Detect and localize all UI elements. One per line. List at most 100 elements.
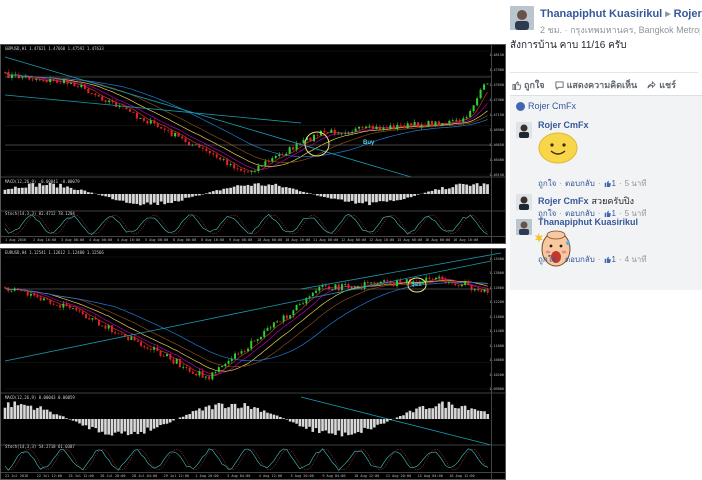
macd-histogram-bar [10, 407, 13, 419]
macd-histogram-bar [172, 419, 175, 421]
candle-body [424, 125, 427, 127]
macd-histogram-bar [399, 194, 403, 200]
macd-histogram-bar [107, 419, 110, 435]
comment-time[interactable]: 5 นาที [625, 177, 647, 190]
comment-footer: ถูกใจ · ตอบกลับ · 1 · 5 นาที [538, 177, 647, 190]
macd-histogram-bar [246, 184, 250, 194]
macd-histogram-bar [166, 194, 170, 203]
macd-histogram-bar [350, 194, 354, 201]
post-time[interactable]: 2 ชม. [540, 25, 562, 35]
macd-histogram-bar [83, 190, 87, 194]
macd-histogram-bar [308, 419, 311, 427]
comment-like-link[interactable]: ถูกใจ [538, 253, 556, 266]
commenter-avatar[interactable] [516, 194, 532, 210]
macd-histogram-bar [262, 410, 266, 419]
macd-histogram-bar [249, 408, 253, 419]
macd-histogram-bar [97, 194, 101, 195]
candle-body [156, 123, 159, 128]
bottom-chart-price-axis: 1.13400 1.13000 1.12600 1.12200 1.11800 1.114… [489, 249, 505, 479]
macd-histogram-bar [269, 413, 272, 419]
macd-histogram-bar [198, 408, 201, 419]
macd-histogram-bar [71, 419, 75, 421]
commenter-avatar[interactable] [516, 122, 532, 138]
comment-like-link[interactable]: ถูกใจ [538, 177, 556, 190]
moving-average-line [4, 71, 488, 163]
candle-body [281, 154, 284, 156]
candle-body [334, 284, 337, 289]
macd-histogram-bar [298, 419, 302, 427]
macd-histogram-bar [41, 185, 45, 194]
macd-histogram-bar [163, 194, 167, 205]
comment-like-count[interactable]: 1 [604, 255, 616, 264]
candle-body [83, 84, 86, 89]
comment-time[interactable]: 4 นาที [625, 253, 647, 266]
liked-by-name[interactable]: Rojer CmFx [528, 101, 576, 111]
candle-body [246, 171, 250, 173]
share-button[interactable]: แชร์ [647, 78, 676, 92]
macd-histogram-bar [272, 414, 276, 419]
candle-body [10, 290, 13, 292]
date-tick-label: 2 Aug 16:00 [33, 238, 57, 242]
macd-histogram-bar [230, 404, 234, 419]
macd-histogram-bar [143, 419, 146, 434]
macd-histogram-bar [191, 411, 195, 419]
candle-body [311, 292, 314, 297]
candle-body [289, 315, 292, 319]
price-tick-label: 1.47650 [489, 83, 504, 87]
comment-author[interactable]: Rojer CmFx [538, 120, 589, 130]
like-button[interactable]: ถูกใจ [512, 78, 545, 92]
macd-histogram-bar [386, 419, 389, 422]
candle-body [153, 347, 156, 350]
post-author-name[interactable]: Thanapiphut Kuasirikul [540, 8, 662, 20]
date-tick-label: 11 Aug 20:00 [385, 474, 412, 478]
candle-body [253, 340, 256, 342]
author-avatar[interactable] [510, 6, 534, 30]
commenter-avatar[interactable] [516, 219, 532, 235]
comment-reply-link[interactable]: ตอบกลับ [565, 177, 595, 190]
macd-histogram-bar [178, 417, 182, 419]
post-location[interactable]: กรุงเทพมหานคร, Bangkok Metropolis [570, 25, 700, 35]
price-tick-label: 1.10200 [489, 372, 504, 377]
macd-histogram-bar [450, 404, 454, 419]
macd-histogram-bar [421, 406, 425, 419]
candle-body [455, 119, 458, 121]
share-button-label: แชร์ [659, 80, 676, 90]
macd-histogram-bar [366, 419, 370, 429]
macd-histogram-bar [7, 189, 10, 194]
candle-body [214, 372, 217, 373]
comment-like-count[interactable]: 1 [604, 179, 616, 188]
candle-body [302, 303, 305, 305]
macd-histogram-bar [302, 191, 305, 194]
macd-histogram-bar [94, 419, 98, 429]
macd-histogram-bar [483, 411, 486, 419]
candle-body [166, 354, 168, 357]
price-tick-label: 1.47400 [489, 98, 504, 102]
macd-histogram-bar [441, 401, 444, 419]
macd-histogram-bar [256, 407, 260, 419]
candle-body [221, 366, 224, 368]
post-target-name[interactable]: Rojer CmFx [674, 8, 702, 20]
price-tick-label: 1.13400 [489, 257, 504, 261]
candle-body [107, 325, 110, 329]
macd-histogram-bar [375, 194, 378, 203]
macd-histogram-bar [110, 419, 114, 436]
comment-author[interactable]: Thanapiphut Kuasirikul [538, 217, 638, 227]
comment-author[interactable]: Rojer CmFx [538, 196, 589, 206]
comment-reply-link[interactable]: ตอบกลับ [565, 253, 595, 266]
candle-body [127, 336, 130, 341]
macd-histogram-bar [45, 185, 49, 194]
candle-body [55, 304, 58, 306]
candle-body [263, 330, 266, 337]
macd-histogram-bar [111, 194, 115, 200]
candle-body [217, 367, 220, 373]
divider [510, 72, 698, 73]
macd-histogram-bar [23, 404, 26, 419]
candle-body [276, 321, 279, 323]
candle-body [80, 84, 83, 88]
thumbs-up-icon [604, 256, 611, 263]
candle-body [480, 290, 483, 292]
macd-histogram-bar [36, 407, 39, 419]
date-tick-label: 5 Aug 20:00 [290, 474, 314, 478]
comment-button[interactable]: แสดงความคิดเห็น [555, 78, 637, 92]
candle-body [191, 371, 194, 374]
